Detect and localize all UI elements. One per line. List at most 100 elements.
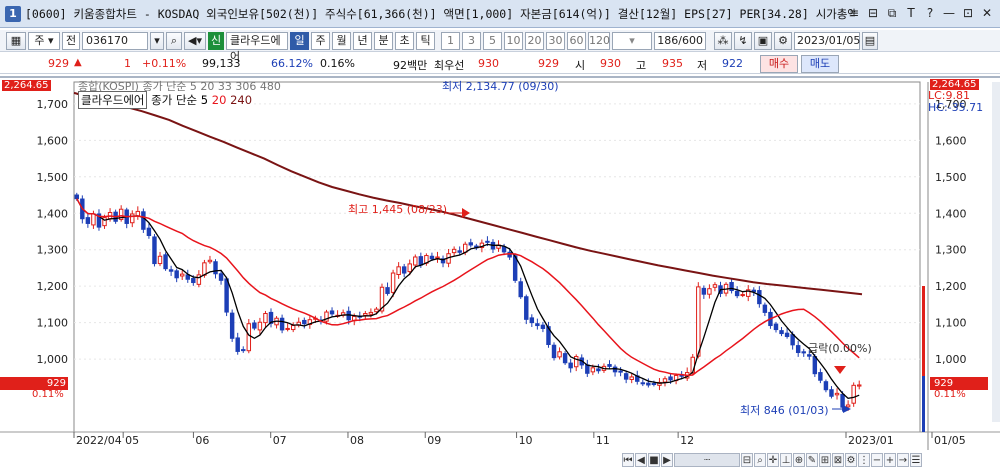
best-bid: 929 <box>538 57 559 70</box>
signal-badge[interactable]: 신 <box>208 31 224 50</box>
zoom-out-icon[interactable]: ⊟ <box>741 453 753 467</box>
options-icon[interactable]: ⚙ <box>845 453 857 467</box>
close-icon[interactable]: ✕ <box>980 5 994 21</box>
sell-button[interactable]: 매도 <box>801 55 839 73</box>
candle-body <box>524 296 529 320</box>
save-icon[interactable]: ▣ <box>754 31 772 50</box>
candle-body <box>279 317 285 331</box>
magnet-icon[interactable]: ⊕ <box>793 453 805 467</box>
right-scrollbar <box>992 82 1000 422</box>
minute-option-10[interactable]: 10 <box>504 31 523 50</box>
candle-body <box>196 274 202 285</box>
chart-canvas[interactable]: 1,000 1,000 1,100 1,100 1,200 1,200 1,300 1,300… <box>0 76 1000 475</box>
search-icon[interactable]: ⌕ <box>166 31 182 50</box>
buy-button[interactable]: 매수 <box>760 55 798 73</box>
speaker-icon[interactable]: ◀▾ <box>184 31 206 50</box>
candle-body <box>501 246 507 253</box>
x-tick-label: 2022/04 <box>76 434 122 447</box>
tab-period-year[interactable]: 년 <box>353 31 372 50</box>
indicator-icon[interactable]: ⁂ <box>714 31 732 50</box>
candle-body <box>573 356 579 368</box>
candle-body <box>646 382 651 386</box>
minus-icon[interactable]: − <box>871 453 883 467</box>
price-change: 1 <box>124 57 131 70</box>
settings-icon[interactable]: ⚙ <box>774 31 792 50</box>
candle-body <box>845 404 851 408</box>
turnover-rate: 0.16% <box>320 57 355 70</box>
help-icon[interactable]: ? <box>923 5 937 21</box>
tab-period-day[interactable]: 일 <box>290 31 309 50</box>
y-tick-left: 1,400 <box>37 207 69 220</box>
tab-period-month[interactable]: 월 <box>332 31 351 50</box>
bar-icon[interactable]: ⊥ <box>780 453 792 467</box>
grid-icon[interactable]: ▦ <box>6 31 26 50</box>
list-icon[interactable]: ☰ <box>910 453 922 467</box>
code-input[interactable]: 036170 <box>82 31 148 50</box>
minimize-icon[interactable]: — <box>942 5 956 21</box>
price-chart[interactable]: 1,000 1,000 1,100 1,100 1,200 1,200 1,300 1,300… <box>0 76 1000 475</box>
open-price: 930 <box>600 57 621 70</box>
trend-icon[interactable]: ↯ <box>734 31 752 50</box>
font-icon[interactable]: T <box>904 5 918 21</box>
candle-body <box>135 210 141 217</box>
minute-option-5[interactable]: 5 <box>483 31 502 50</box>
ruler-icon[interactable]: ⊞ <box>819 453 831 467</box>
minute-option-30[interactable]: 30 <box>546 31 565 50</box>
minute-option-3[interactable]: 3 <box>462 31 481 50</box>
candle-body <box>740 294 745 297</box>
best-ask-label: 최우선 <box>434 59 465 72</box>
x-tick-label: 06 <box>195 434 209 447</box>
tab-period-minute[interactable]: 분 <box>374 31 393 50</box>
search-range-icon[interactable]: ⌕ <box>754 453 766 467</box>
count-input[interactable]: 186/600 <box>654 31 706 50</box>
date-input[interactable]: 2023/01/05 <box>794 31 860 50</box>
stop-icon[interactable]: ■ <box>648 453 660 467</box>
x-tick-label: 05 <box>125 434 139 447</box>
dropdown-icon[interactable]: ▾ <box>150 31 164 50</box>
minimize-panel-icon[interactable]: ⊟ <box>866 5 880 21</box>
candle-body <box>485 240 490 243</box>
market-select[interactable]: 주 ▾ <box>28 31 60 50</box>
candle-body <box>812 356 818 375</box>
restore-icon[interactable]: ⧉ <box>885 5 899 21</box>
candle-body <box>551 344 557 359</box>
candle-body <box>302 319 307 325</box>
y-tick-right: 1,000 <box>935 353 967 366</box>
menu-icon[interactable]: ≡ <box>847 5 861 21</box>
candle-body <box>168 269 174 272</box>
right-blue-bar <box>922 376 925 432</box>
current-price: 929 <box>48 57 69 70</box>
tab-period-tick[interactable]: 틱 <box>416 31 435 50</box>
y-tick-left: 1,000 <box>37 353 69 366</box>
minute-option-1[interactable]: 1 <box>441 31 460 50</box>
y-tick-left: 1,300 <box>37 244 69 257</box>
candle-body <box>851 384 856 404</box>
period-dropdown[interactable]: ▾ <box>612 31 652 50</box>
chart-legend: 클라우드에어 종가 단순 5 20 240 <box>78 91 253 109</box>
pencil-icon[interactable]: ✎ <box>806 453 818 467</box>
eraser-icon[interactable]: ⊠ <box>832 453 844 467</box>
first-icon[interactable]: ⏮ <box>622 453 634 467</box>
minute-option-20[interactable]: 20 <box>525 31 544 50</box>
maximize-icon[interactable]: ⊡ <box>961 5 975 21</box>
minute-option-120[interactable]: 120 <box>588 31 610 50</box>
candle-body <box>213 261 218 275</box>
candle-body <box>840 393 845 408</box>
play-back-icon[interactable]: ◀ <box>635 453 647 467</box>
plus-icon[interactable]: + <box>884 453 896 467</box>
candle-body <box>229 312 235 339</box>
minute-option-60[interactable]: 60 <box>567 31 586 50</box>
tab-period-week[interactable]: 주 <box>311 31 330 50</box>
candle-body <box>285 327 290 330</box>
candle-body <box>257 321 263 331</box>
scrollbar[interactable]: ┈ <box>674 453 740 467</box>
arrow-right-icon[interactable]: → <box>897 453 909 467</box>
tab-period-second[interactable]: 초 <box>395 31 414 50</box>
play-icon[interactable]: ▶ <box>661 453 673 467</box>
calendar-icon[interactable]: ▤ <box>862 31 878 50</box>
candle-body <box>623 373 629 380</box>
crosshair-icon[interactable]: ✛ <box>767 453 779 467</box>
prev-button[interactable]: 전 <box>62 31 80 50</box>
grid-toggle-icon[interactable]: ⋮ <box>858 453 870 467</box>
candle-body <box>734 290 740 297</box>
